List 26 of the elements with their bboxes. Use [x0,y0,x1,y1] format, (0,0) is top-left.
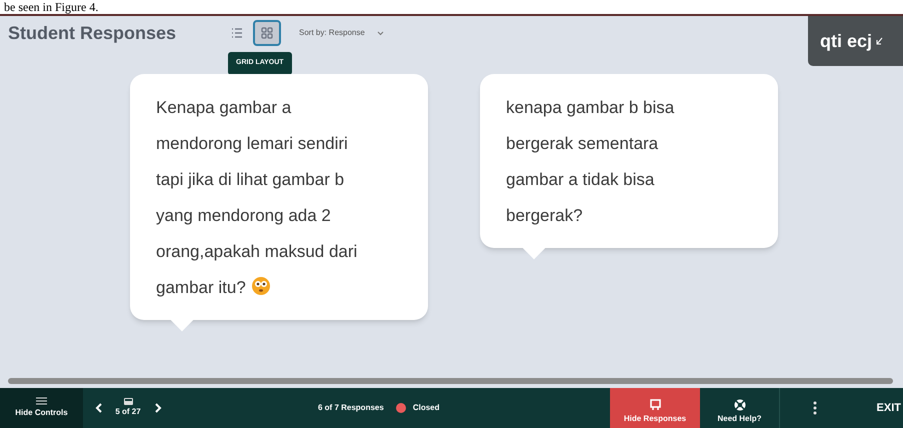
response-text: kenapa gambar b bisa bergerak sementara gambar a tidak bisa bergerak? [506,97,676,227]
menu-icon [36,397,47,405]
hide-responses-button[interactable]: Hide Responses [610,388,700,428]
scrollbar[interactable] [8,378,893,384]
chevron-down-icon [376,30,384,36]
user-label: qti ecj [820,30,872,53]
lifebuoy-icon [734,399,746,411]
response-count: 6 of 7 Responses [318,402,384,414]
chevron-left-icon [94,403,102,413]
slide-counter[interactable]: 5 of 27 [113,388,143,428]
need-help-button[interactable]: Need Help? [700,388,780,428]
chevron-right-icon [154,403,162,413]
grid-view-button[interactable] [253,20,281,46]
more-icon [813,401,817,415]
grid-icon [261,27,273,39]
caption-text: be seen in Figure 4. [4,1,98,14]
collapse-arrow-icon [876,37,884,45]
sort-dropdown[interactable]: Sort by: Response [299,27,384,39]
hide-controls-button[interactable]: Hide Controls [0,388,83,428]
page-title: Student Responses [8,22,178,45]
response-text: Kenapa gambar a mendorong lemari sendiri tapi jika di lihat gambar b yang mendorong ada 2 orang,apakah maksud dari gambar itu? [156,97,358,299]
slide-icon [124,398,132,405]
exit-button[interactable]: EXIT [850,388,903,428]
status-label: Closed [412,402,440,414]
screen-icon [650,399,660,411]
list-icon [231,28,243,38]
